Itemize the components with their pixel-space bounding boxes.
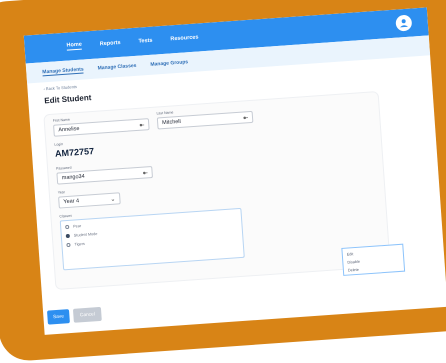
year-label: Year bbox=[57, 190, 65, 195]
radio-icon bbox=[66, 242, 71, 248]
back-link[interactable]: ‹ Back To Students bbox=[43, 84, 77, 91]
last-name-label: Last Name bbox=[156, 110, 174, 116]
subnav-manage-groups[interactable]: Manage Groups bbox=[150, 59, 188, 68]
classes-label: Classes bbox=[59, 213, 73, 219]
page-title: Edit Student bbox=[44, 93, 92, 106]
save-button[interactable]: Save bbox=[46, 309, 70, 325]
autofill-key-icon bbox=[139, 122, 145, 127]
last-name-value: Mitchell bbox=[161, 118, 182, 127]
autofill-key-icon bbox=[243, 115, 249, 120]
classes-box: Pear Student Mode Tigers bbox=[59, 207, 245, 271]
nav-reports[interactable]: Reports bbox=[100, 40, 121, 47]
radio-icon bbox=[65, 224, 70, 230]
year-select[interactable]: Year 4 ⌄ bbox=[58, 192, 121, 209]
first-name-value: Annelise bbox=[58, 125, 80, 134]
edit-form-panel: First Name Annelise Last Name Mitchell L… bbox=[43, 90, 391, 291]
password-value: mango34 bbox=[61, 173, 85, 182]
first-name-label: First Name bbox=[52, 117, 70, 123]
password-label: Password bbox=[55, 165, 72, 171]
class-option-tigers[interactable]: Tigers bbox=[66, 241, 85, 248]
menu-item-edit[interactable]: Edit bbox=[347, 252, 354, 256]
app-window: Home Reports Tests Resources Manage Stud… bbox=[0, 0, 446, 363]
nav-resources[interactable]: Resources bbox=[170, 34, 198, 42]
avatar[interactable] bbox=[395, 14, 413, 32]
user-icon bbox=[400, 19, 409, 28]
screen: Home Reports Tests Resources Manage Stud… bbox=[23, 7, 446, 335]
nav-home[interactable]: Home bbox=[66, 41, 83, 51]
radio-checked-icon bbox=[65, 233, 70, 239]
content: ‹ Back To Students Edit Student First Na… bbox=[41, 60, 433, 332]
context-menu: Edit Disable Delete bbox=[341, 243, 406, 276]
autofill-key-icon bbox=[142, 170, 148, 175]
chevron-down-icon: ⌄ bbox=[110, 196, 116, 203]
nav-tests[interactable]: Tests bbox=[138, 38, 152, 45]
cancel-button[interactable]: Cancel bbox=[72, 306, 102, 323]
login-value: AM72757 bbox=[54, 145, 95, 159]
menu-item-disable[interactable]: Disable bbox=[347, 260, 360, 265]
class-label: Student Mode bbox=[73, 231, 98, 238]
class-option-pear[interactable]: Pear bbox=[65, 224, 82, 230]
class-label: Tigers bbox=[74, 241, 85, 247]
subnav-manage-students[interactable]: Manage Students bbox=[42, 66, 84, 76]
class-option-student-mode[interactable]: Student Mode bbox=[65, 231, 98, 239]
class-label: Pear bbox=[73, 224, 82, 229]
login-label: Login bbox=[54, 142, 64, 147]
menu-item-delete[interactable]: Delete bbox=[348, 268, 359, 273]
year-value: Year 4 bbox=[63, 198, 80, 206]
subnav-manage-classes[interactable]: Manage Classes bbox=[97, 63, 136, 72]
